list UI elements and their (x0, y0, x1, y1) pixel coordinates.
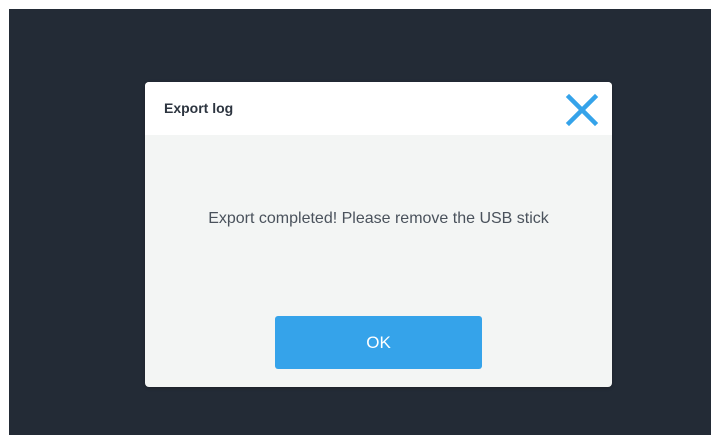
screen-backdrop: Export log Export completed! Please remo… (9, 9, 711, 435)
dialog-header: Export log (145, 82, 612, 135)
dialog-title: Export log (164, 100, 234, 116)
close-icon (565, 93, 599, 127)
close-button[interactable] (564, 92, 600, 128)
export-log-dialog: Export log Export completed! Please remo… (145, 82, 612, 387)
ok-button[interactable]: OK (275, 316, 482, 369)
dialog-message: Export completed! Please remove the USB … (208, 210, 549, 227)
